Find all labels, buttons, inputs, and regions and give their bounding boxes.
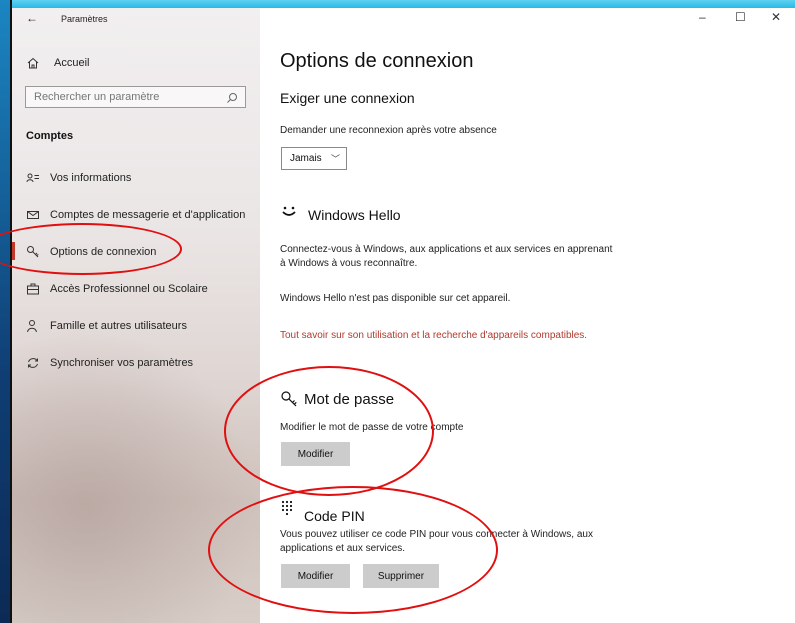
main-content: Options de connexion Exiger une connexio… (280, 8, 780, 623)
sidebar-item-family[interactable]: Famille et autres utilisateurs (26, 319, 187, 333)
pin-modify-button[interactable]: Modifier (281, 564, 350, 588)
key-icon (27, 246, 39, 258)
password-description: Modifier le mot de passe de votre compte (280, 422, 464, 433)
settings-window: ← Paramètres Accueil Rechercher un param… (0, 8, 795, 623)
sidebar-section-title: Comptes (26, 130, 74, 142)
sidebar-item-label: Synchroniser vos paramètres (50, 357, 194, 369)
pin-heading: Code PIN (304, 508, 365, 524)
desktop-top-strip (0, 0, 795, 8)
briefcase-icon (27, 283, 39, 295)
password-modify-button[interactable]: Modifier (281, 442, 350, 466)
sidebar-item-label: Accès Professionnel ou Scolaire (50, 283, 208, 295)
sidebar-item-mail-accounts[interactable]: Comptes de messagerie et d'application (26, 208, 245, 222)
sidebar: ← Paramètres Accueil Rechercher un param… (12, 8, 260, 623)
sidebar-item-label: Vos informations (50, 172, 132, 184)
sidebar-background (12, 328, 260, 623)
search-icon[interactable] (225, 91, 239, 105)
mail-icon (27, 211, 39, 219)
app-title: Paramètres (61, 14, 108, 24)
desktop-left-strip (0, 0, 12, 623)
sidebar-item-label: Options de connexion (50, 246, 157, 258)
pin-pad-icon (281, 500, 293, 516)
sidebar-item-home[interactable]: Accueil (26, 56, 89, 70)
sync-icon (28, 358, 38, 368)
signin-timeout-dropdown[interactable]: Jamais ﹀ (281, 147, 347, 170)
dropdown-value: Jamais (290, 153, 322, 164)
sidebar-item-sign-in-options[interactable]: Options de connexion (12, 242, 157, 260)
sidebar-item-label: Accueil (54, 57, 90, 69)
selection-indicator (12, 242, 15, 260)
windows-hello-unavailable: Windows Hello n'est pas disponible sur c… (280, 293, 511, 304)
sidebar-item-sync[interactable]: Synchroniser vos paramètres (26, 356, 193, 370)
person-add-icon (27, 320, 37, 333)
pin-delete-button[interactable]: Supprimer (363, 564, 439, 588)
pin-description: Vous pouvez utiliser ce code PIN pour vo… (280, 529, 593, 554)
sidebar-item-label: Famille et autres utilisateurs (50, 320, 187, 332)
search-placeholder: Rechercher un paramètre (34, 91, 160, 103)
windows-hello-description: Connectez-vous à Windows, aux applicatio… (280, 244, 613, 269)
person-card-icon (26, 173, 39, 183)
require-signin-heading: Exiger une connexion (280, 90, 415, 106)
windows-hello-learn-more-link[interactable]: Tout savoir sur son utilisation et la re… (280, 329, 610, 343)
sidebar-item-label: Comptes de messagerie et d'application (50, 209, 246, 221)
back-arrow-icon[interactable]: ← (26, 11, 38, 25)
sidebar-item-work-school[interactable]: Accès Professionnel ou Scolaire (26, 282, 208, 296)
key-icon (281, 391, 297, 407)
require-signin-description: Demander une reconnexion après votre abs… (280, 125, 497, 136)
password-heading: Mot de passe (304, 391, 395, 408)
page-title: Options de connexion (280, 50, 474, 72)
smiley-icon (282, 206, 296, 216)
search-input[interactable]: Rechercher un paramètre (25, 86, 246, 108)
windows-hello-heading: Windows Hello (308, 207, 401, 223)
titlebar-left: ← Paramètres (12, 8, 260, 30)
home-icon (27, 57, 39, 69)
chevron-down-icon: ﹀ (330, 154, 340, 164)
sidebar-item-your-info[interactable]: Vos informations (26, 171, 131, 185)
